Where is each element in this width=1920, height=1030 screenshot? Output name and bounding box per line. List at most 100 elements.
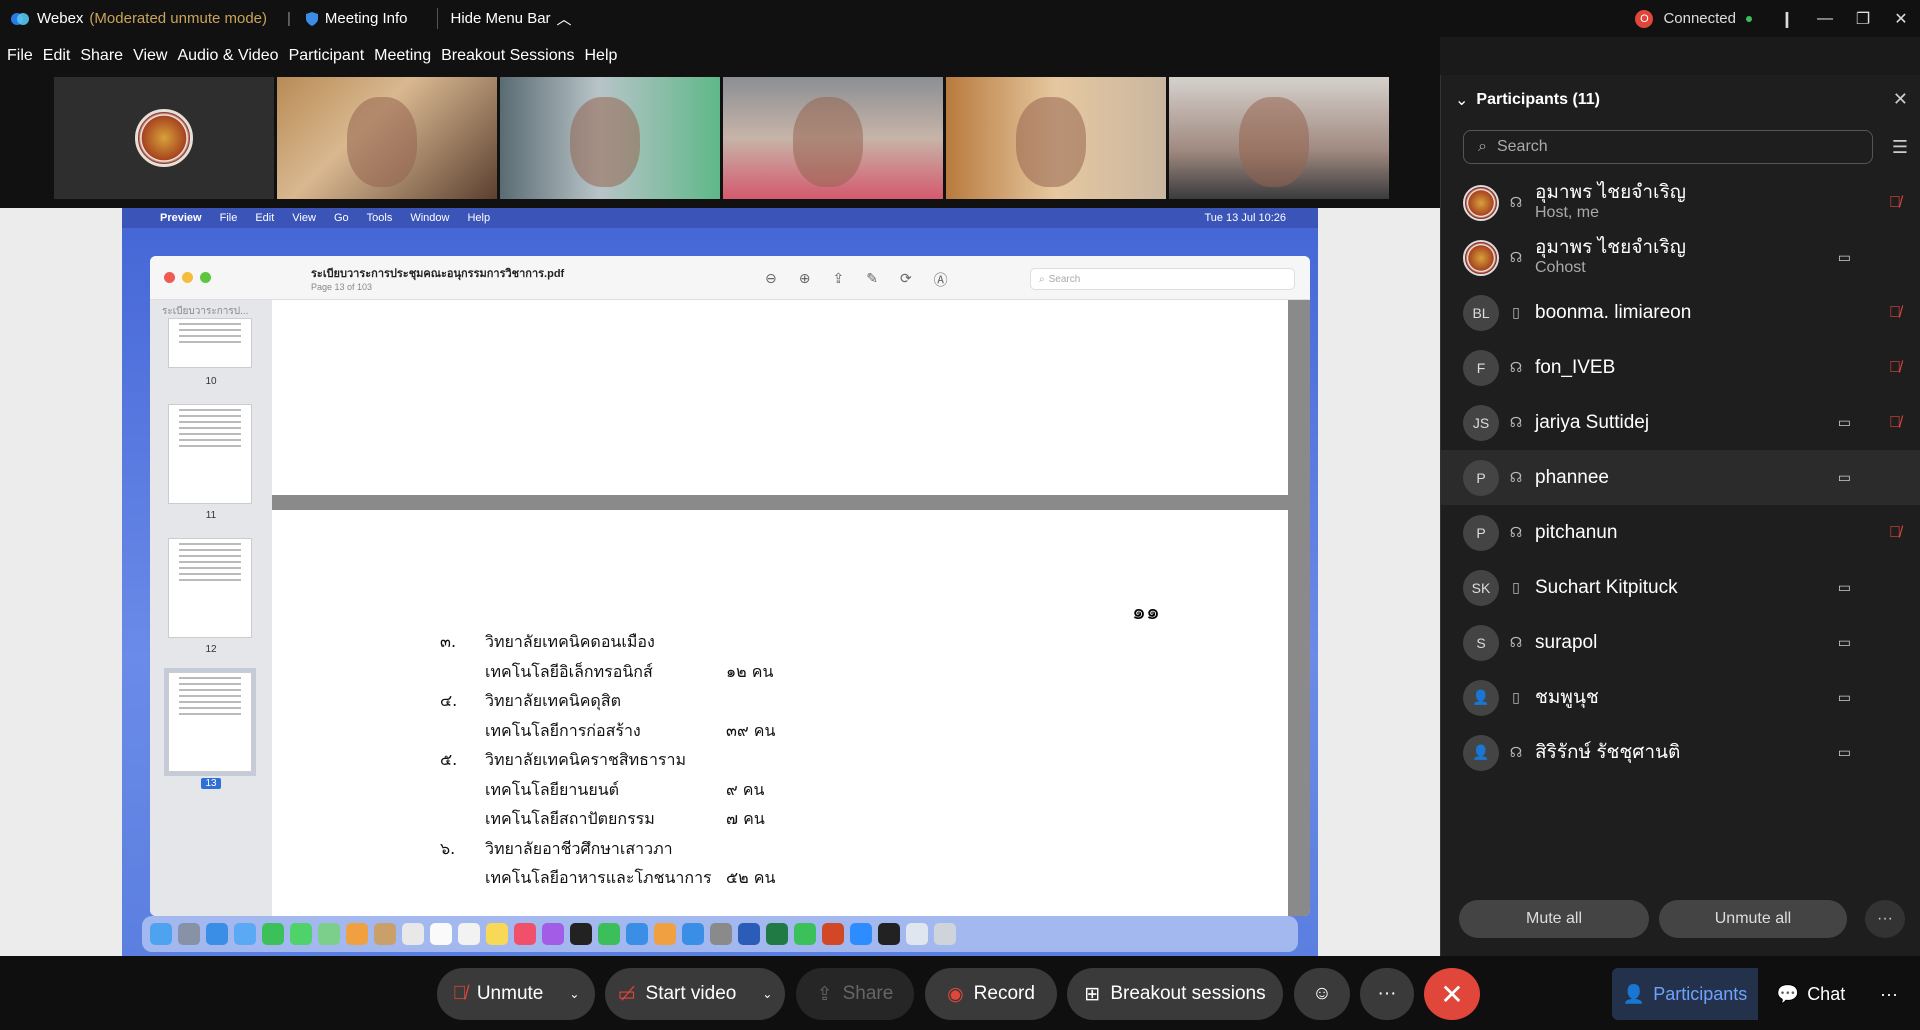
- restore-icon[interactable]: ❐: [1844, 9, 1882, 29]
- more-panels-button[interactable]: ···: [1864, 968, 1914, 1020]
- participant-row[interactable]: 👤 ☊ สิริรักษ์ รัชชุศานติ ▭: [1441, 725, 1920, 780]
- video-off-icon: ▭: [1837, 249, 1851, 265]
- record-button[interactable]: ◉ Record: [925, 968, 1057, 1020]
- line-number: ๓.: [440, 632, 457, 651]
- page-thumbnail-selected: [164, 668, 256, 776]
- line-number: ๔.: [440, 691, 458, 710]
- connection-status-icon[interactable]: O: [1635, 9, 1654, 28]
- avatar-person-icon: 👤: [1463, 734, 1499, 771]
- participants-icon: 👤: [1622, 983, 1646, 1004]
- end-meeting-button[interactable]: ✕: [1424, 968, 1480, 1020]
- audio-device-icon: ☊: [1509, 194, 1523, 210]
- participant-role: Host, me: [1535, 204, 1600, 222]
- menu-view[interactable]: View: [133, 47, 167, 65]
- mic-muted-icon[interactable]: 🎙̸: [1889, 359, 1901, 377]
- chevron-down-icon[interactable]: ⌄: [762, 987, 772, 1001]
- name-text: อุมาพร ไชยจำเริญ: [1535, 237, 1686, 259]
- start-video-button[interactable]: ▭̸ Start video ⌄: [605, 968, 785, 1020]
- participant-row[interactable]: S ☊ surapol ▭: [1441, 615, 1920, 670]
- participant-name: ชมพูนุช: [1535, 686, 1599, 708]
- participant-row[interactable]: 👤 ▯ ชมพูนุช ▭: [1441, 670, 1920, 725]
- participant-name: สิริรักษ์ รัชชุศานติ: [1535, 741, 1681, 763]
- mute-all-button[interactable]: Mute all: [1459, 900, 1649, 938]
- close-icon[interactable]: ✕: [1882, 9, 1920, 29]
- thumbnail-label: 11: [205, 510, 217, 521]
- record-icon: ◉: [947, 983, 964, 1005]
- music-icon: [514, 923, 536, 945]
- unmute-all-button[interactable]: Unmute all: [1659, 900, 1847, 938]
- chat-icon: 💬: [1776, 983, 1800, 1004]
- participant-row[interactable]: ☊ อุมาพร ไชยจำเริญ Host, me 🎙̸: [1441, 175, 1920, 230]
- document-title: ระเบียบวาระการประชุมคณะอนุกรรมการวิชาการ…: [311, 264, 564, 292]
- close-icon: ✕: [1440, 978, 1464, 1010]
- audio-device-icon: ☊: [1509, 359, 1523, 375]
- mic-muted-icon[interactable]: 🎙̸: [1889, 524, 1901, 542]
- chat-tab[interactable]: 💬 Chat: [1760, 968, 1862, 1020]
- mic-muted-icon[interactable]: 🎙̸: [1889, 194, 1901, 212]
- share-button[interactable]: ⇪ Share: [796, 968, 914, 1020]
- audio-device-icon: ☊: [1509, 634, 1523, 650]
- line-count: ๗ คน: [726, 809, 765, 828]
- participant-row[interactable]: F ☊ fon_IVEB 🎙̸: [1441, 340, 1920, 395]
- participants-tab-label: Participants: [1653, 983, 1748, 1004]
- reactions-button[interactable]: ☺: [1294, 968, 1350, 1020]
- menu-breakout-sessions[interactable]: Breakout Sessions: [441, 47, 574, 65]
- menu-audio-video[interactable]: Audio & Video: [177, 47, 278, 65]
- word-icon: [738, 923, 760, 945]
- search-icon: ⌕: [1039, 273, 1045, 285]
- menu-file[interactable]: File: [7, 47, 33, 65]
- chevron-down-icon[interactable]: ⌄: [569, 987, 579, 1001]
- unmute-mode-label: (Moderated unmute mode): [89, 10, 268, 27]
- participant-row[interactable]: P ☊ phannee ▭: [1441, 450, 1920, 505]
- video-off-icon: ▭: [1837, 744, 1851, 760]
- participants-tab[interactable]: 👤 Participants: [1612, 968, 1758, 1020]
- mic-muted-icon[interactable]: 🎙̸: [1889, 414, 1901, 432]
- menu-help[interactable]: Help: [585, 47, 618, 65]
- participant-row[interactable]: ☊ อุมาพร ไชยจำเริญ Cohost ▭: [1441, 230, 1920, 285]
- menu-edit[interactable]: Edit: [43, 47, 71, 65]
- settings-icon: [710, 923, 732, 945]
- minimize-icon[interactable]: —: [1806, 10, 1844, 28]
- line-text: เทคโนโลยีอิเล็กทรอนิกส์: [485, 661, 653, 681]
- participant-row[interactable]: P ☊ pitchanun 🎙̸: [1441, 505, 1920, 560]
- close-panel-icon[interactable]: ✕: [1893, 89, 1908, 110]
- mac-dock: [142, 916, 1298, 952]
- line-number: ๕.: [440, 750, 458, 769]
- participant-row[interactable]: SK ▯ Suchart Kitpituck ▭: [1441, 560, 1920, 615]
- video-tile[interactable]: [500, 77, 720, 199]
- avatar-person-icon: 👤: [1463, 679, 1499, 716]
- document-view: ๑๑ ๓. วิทยาลัยเทคนิคดอนเมือง เทคโนโลยีอิเ…: [272, 300, 1310, 916]
- thumbnail-sidebar: ระเบียบวาระการป... 10 11 12 13: [150, 300, 272, 916]
- video-tile[interactable]: [723, 77, 943, 199]
- drag-handle-icon[interactable]: ❙: [1768, 9, 1806, 29]
- menu-meeting[interactable]: Meeting: [374, 47, 431, 65]
- menu-participant[interactable]: Participant: [289, 47, 365, 65]
- menu-share[interactable]: Share: [80, 47, 123, 65]
- preview-search: ⌕ Search: [1030, 268, 1295, 290]
- tv-icon: [570, 923, 592, 945]
- unmute-button[interactable]: 🎙̸ Unmute ⌄: [437, 968, 595, 1020]
- document-name: ระเบียบวาระการประชุมคณะอนุกรรมการวิชาการ…: [311, 267, 565, 280]
- page-thumbnail: [168, 538, 252, 638]
- video-tile[interactable]: [54, 77, 274, 199]
- pdf-page: [272, 300, 1288, 495]
- mic-muted-icon[interactable]: 🎙̸: [1889, 304, 1901, 322]
- breakout-sessions-button[interactable]: ⊞ Breakout sessions: [1067, 968, 1283, 1020]
- audio-device-icon: ☊: [1509, 744, 1523, 760]
- participant-row[interactable]: BL ▯ boonma. limiareon 🎙̸: [1441, 285, 1920, 340]
- sort-icon[interactable]: ☰: [1892, 137, 1908, 158]
- video-tile[interactable]: [946, 77, 1166, 199]
- video-tile[interactable]: [277, 77, 497, 199]
- contacts-icon: [374, 923, 396, 945]
- hide-menu-bar-button[interactable]: Hide Menu Bar ︿: [437, 8, 572, 29]
- more-options-button[interactable]: ···: [1360, 968, 1414, 1020]
- video-tile[interactable]: [1169, 77, 1389, 199]
- shared-screen[interactable]: Preview File Edit View Go Tools Window H…: [122, 208, 1318, 956]
- participant-search-input[interactable]: ⌕ Search: [1463, 130, 1873, 164]
- collapse-chevron-icon[interactable]: ⌄: [1455, 90, 1468, 110]
- avatar: S: [1463, 624, 1499, 661]
- participant-row[interactable]: JS ☊ jariya Suttidej ▭ 🎙̸: [1441, 395, 1920, 450]
- panel-more-icon[interactable]: ···: [1865, 900, 1905, 938]
- page-number: ๑๑: [1132, 600, 1160, 625]
- meeting-info-button[interactable]: Meeting Info: [305, 10, 407, 27]
